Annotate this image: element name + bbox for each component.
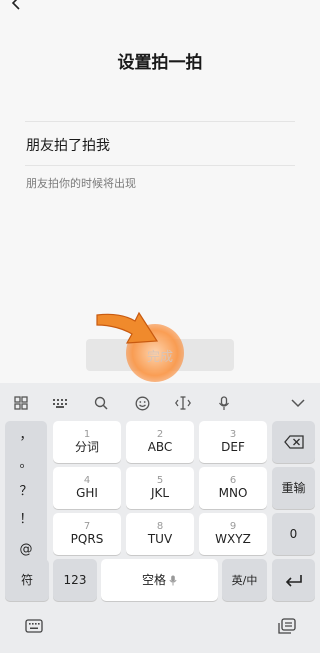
reenter-button[interactable]: 重输 xyxy=(272,467,315,509)
numbers-label: 123 xyxy=(63,572,87,587)
keyboard-icon[interactable] xyxy=(50,393,70,413)
key-2[interactable]: 2 ABC xyxy=(126,421,194,463)
key-number: 4 xyxy=(83,475,91,486)
key-7[interactable]: 7 PQRS xyxy=(53,513,121,555)
punct-key-period[interactable]: 。 xyxy=(5,449,47,479)
clipboard-icon[interactable] xyxy=(276,617,298,635)
backspace-button[interactable] xyxy=(272,421,315,463)
pointer-arrow-icon xyxy=(96,311,159,344)
key-6[interactable]: 6 MNO xyxy=(199,467,267,509)
key-number: 9 xyxy=(229,521,237,532)
grid-icon[interactable] xyxy=(11,393,31,413)
mic-small-icon xyxy=(169,575,177,585)
search-icon[interactable] xyxy=(91,393,111,413)
lang-label: 英/中 xyxy=(231,573,258,587)
key-number: 5 xyxy=(156,475,164,486)
collapse-icon[interactable] xyxy=(288,393,308,413)
key-label: MNO xyxy=(218,486,248,500)
page-title: 设置拍一拍 xyxy=(117,53,203,73)
key-label: WXYZ xyxy=(215,532,251,546)
key-1[interactable]: 1 分词 xyxy=(53,421,121,463)
numbers-button[interactable]: 123 xyxy=(53,559,97,601)
key-number: 3 xyxy=(229,429,237,440)
key-5[interactable]: 5 JKL xyxy=(126,467,194,509)
key-number: 7 xyxy=(83,521,91,532)
mic-icon[interactable] xyxy=(214,393,234,413)
key-number: 6 xyxy=(229,475,237,486)
key-number: 8 xyxy=(156,521,164,532)
punctuation-column: ， 。 ？ ！ @ xyxy=(5,421,47,573)
key-9[interactable]: 9 WXYZ xyxy=(199,513,267,555)
reenter-label: 重输 xyxy=(281,480,306,495)
lang-switch-button[interactable]: 英/中 xyxy=(222,559,267,601)
punct-key-question[interactable]: ？ xyxy=(5,477,47,507)
emoji-icon[interactable] xyxy=(132,393,152,413)
key-label: JKL xyxy=(150,486,170,500)
key-3[interactable]: 3 DEF xyxy=(199,421,267,463)
key-4[interactable]: 4 GHI xyxy=(53,467,121,509)
zero-key[interactable]: 0 xyxy=(272,513,315,555)
hide-keyboard-icon[interactable] xyxy=(23,617,45,635)
symbols-label: 符 xyxy=(20,572,33,587)
space-label: 空格 xyxy=(141,572,166,587)
hint-text: 朋友拍你的时候将出现 xyxy=(26,177,136,190)
space-button[interactable]: 空格 xyxy=(101,559,218,601)
cursor-icon[interactable] xyxy=(173,393,193,413)
symbols-button[interactable]: 符 xyxy=(5,559,49,601)
keyboard-toolbar xyxy=(0,383,320,423)
enter-icon xyxy=(285,574,302,587)
zero-label: 0 xyxy=(289,526,298,541)
enter-button[interactable] xyxy=(272,559,315,601)
key-label: 分词 xyxy=(74,440,99,454)
settings-page: 设置拍一拍 朋友拍了拍我 朋友拍你的时候将出现 完成 xyxy=(0,0,320,383)
backspace-icon xyxy=(283,435,304,449)
key-number: 2 xyxy=(156,429,164,440)
key-label: PQRS xyxy=(70,532,104,546)
keyboard-bottom-bar xyxy=(0,613,320,653)
key-label: TUV xyxy=(147,532,173,546)
punct-key-exclaim[interactable]: ！ xyxy=(5,505,47,535)
punct-key-comma[interactable]: ， xyxy=(5,421,47,451)
key-label: GHI xyxy=(76,486,98,500)
key-8[interactable]: 8 TUV xyxy=(126,513,194,555)
key-label: ABC xyxy=(147,440,173,454)
pat-text-input[interactable]: 朋友拍了拍我 xyxy=(26,135,110,155)
divider xyxy=(25,121,295,122)
divider xyxy=(25,165,295,166)
key-number: 1 xyxy=(83,429,91,440)
key-label: DEF xyxy=(221,440,245,454)
back-arrow-icon xyxy=(11,0,20,10)
back-button[interactable] xyxy=(4,0,28,12)
